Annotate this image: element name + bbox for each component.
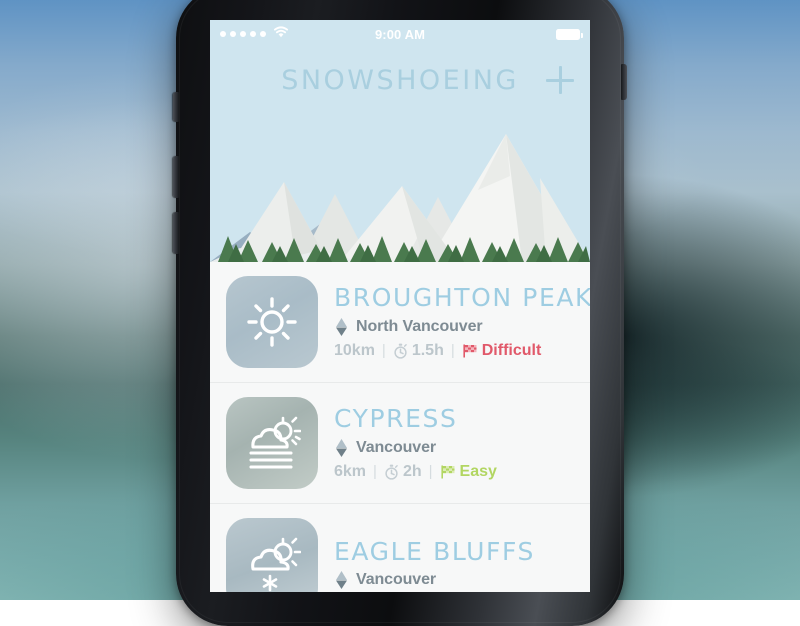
trail-name: CYPRESS [334, 405, 590, 433]
mountain-marker-icon [334, 438, 349, 458]
trail-list-item[interactable]: BROUGHTON PEAK North Vancouver 10km | [210, 262, 590, 383]
phone-device-frame: 9:00 AM SNOWSHOEING [176, 0, 624, 626]
trail-distance: 10km [334, 342, 375, 360]
mountain-illustration [210, 112, 590, 262]
meta-separator: | [373, 463, 377, 480]
meta-separator: | [429, 463, 433, 480]
trail-info: BROUGHTON PEAK North Vancouver 10km | [318, 284, 590, 360]
trail-thumbnail [226, 397, 318, 489]
trail-location-line: Vancouver [334, 438, 590, 458]
meta-separator: | [382, 342, 386, 359]
trail-thumbnail [226, 518, 318, 592]
trail-meta-line: 10km | 1.5h | [334, 342, 590, 360]
trail-location-line: Vancouver [334, 570, 590, 590]
stopwatch-icon [384, 464, 399, 480]
trail-name: BROUGHTON PEAK [334, 284, 590, 312]
trail-duration-group: 2h [384, 463, 422, 481]
signal-strength-indicator [220, 25, 289, 43]
trail-info: EAGLE BLUFFS Vancouver [318, 538, 590, 591]
trail-meta-line: 6km | 2h | [334, 463, 590, 481]
trail-difficulty: Difficult [482, 342, 542, 360]
mountains-svg [210, 112, 590, 262]
trail-location: North Vancouver [356, 318, 483, 336]
trail-location: Vancouver [356, 571, 436, 589]
signal-dot [220, 31, 226, 37]
trail-duration-group: 1.5h [393, 342, 444, 360]
trail-difficulty: Easy [460, 463, 497, 481]
power-button[interactable] [621, 64, 627, 100]
trail-location: Vancouver [356, 439, 436, 457]
trail-thumbnail [226, 276, 318, 368]
flag-icon [440, 464, 456, 480]
trail-duration: 2h [403, 463, 422, 481]
wifi-icon [273, 25, 289, 43]
signal-dot [240, 31, 246, 37]
trail-distance: 6km [334, 463, 366, 481]
volume-down-button[interactable] [173, 212, 179, 254]
stopwatch-icon [393, 343, 408, 359]
meta-separator: | [451, 342, 455, 359]
sun-icon [245, 295, 299, 349]
trail-name: EAGLE BLUFFS [334, 538, 590, 566]
mountain-marker-icon [334, 570, 349, 590]
status-bar: 9:00 AM [210, 20, 590, 48]
battery-indicator [556, 29, 580, 40]
trail-location-line: North Vancouver [334, 317, 590, 337]
mountain-marker-icon [334, 317, 349, 337]
trail-list-item[interactable]: CYPRESS Vancouver 6km | [210, 383, 590, 504]
app-header: SNOWSHOEING [210, 48, 590, 112]
mute-switch-button[interactable] [173, 92, 179, 122]
sun-cloud-fog-icon [243, 415, 301, 471]
flag-icon [462, 343, 478, 359]
trail-list: BROUGHTON PEAK North Vancouver 10km | [210, 262, 590, 592]
signal-dot [260, 31, 266, 37]
page-title: SNOWSHOEING [281, 65, 519, 96]
sun-cloud-snow-icon [243, 535, 301, 592]
trail-difficulty-group: Difficult [462, 342, 542, 360]
trail-info: CYPRESS Vancouver 6km | [318, 405, 590, 481]
add-trail-button[interactable] [546, 66, 574, 94]
trail-list-item[interactable]: EAGLE BLUFFS Vancouver [210, 504, 590, 592]
signal-dot [230, 31, 236, 37]
volume-up-button[interactable] [173, 156, 179, 198]
phone-screen: 9:00 AM SNOWSHOEING [210, 20, 590, 592]
signal-dot [250, 31, 256, 37]
battery-full-icon [556, 29, 580, 40]
trail-duration: 1.5h [412, 342, 444, 360]
trail-difficulty-group: Easy [440, 463, 497, 481]
